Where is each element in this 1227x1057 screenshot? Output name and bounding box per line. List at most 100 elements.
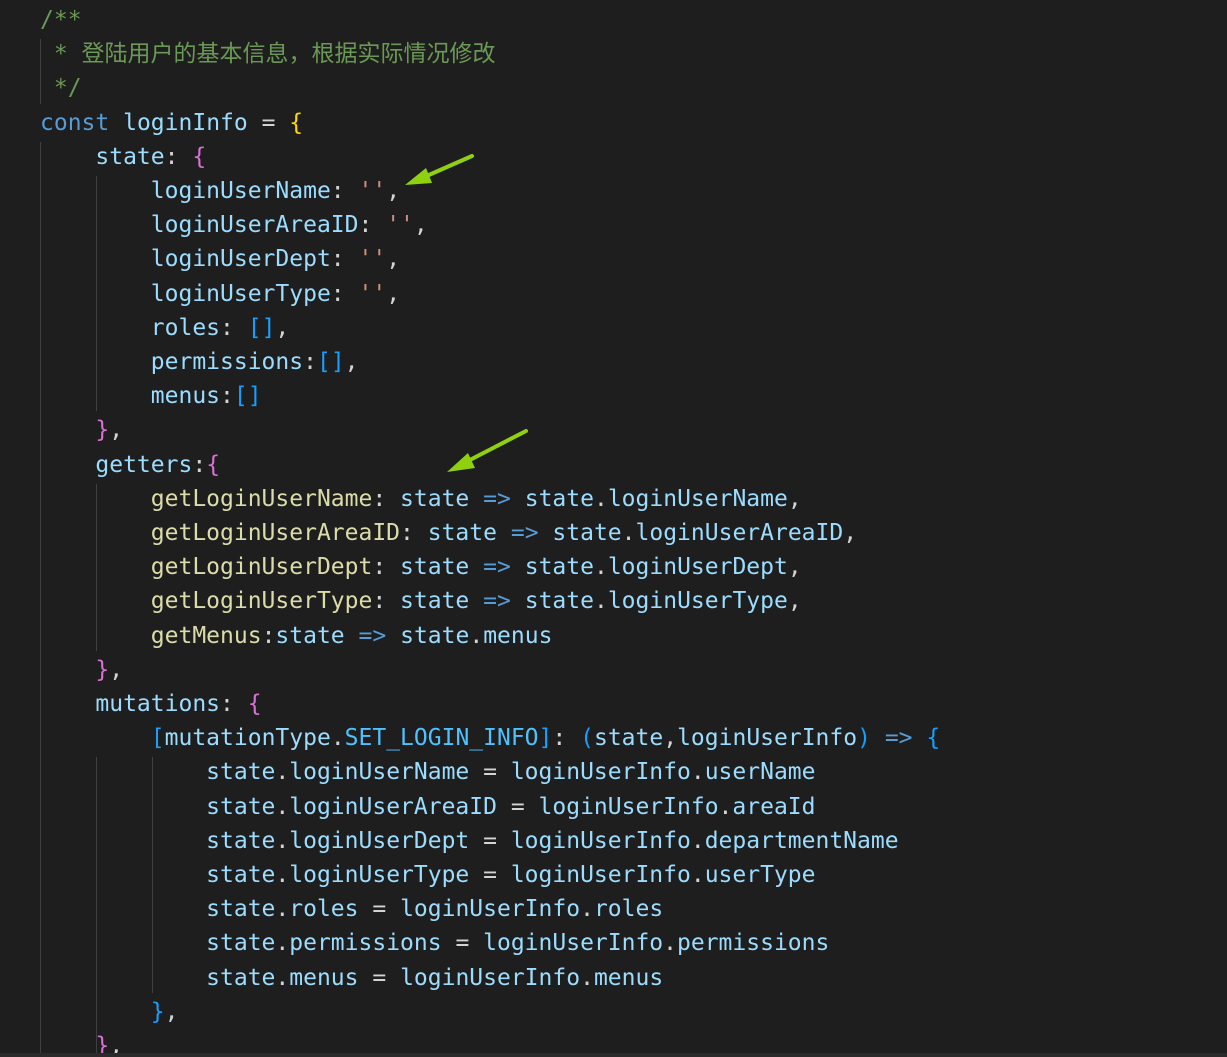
code-token: mutationType — [164, 725, 331, 752]
code-token: . — [593, 485, 608, 512]
code-token: , — [386, 178, 401, 204]
code-token: state — [40, 964, 276, 991]
code-token: [] — [233, 383, 262, 410]
code-token: } — [95, 656, 110, 683]
code-token: state — [40, 793, 276, 820]
code-token: roles — [289, 896, 359, 923]
code-token: : — [372, 485, 401, 512]
code-line: permissions:[], — [40, 345, 359, 379]
code-token: { — [247, 691, 262, 717]
arrow-pointer-icon — [405, 154, 474, 185]
code-token: getLoginUserAreaID — [40, 520, 401, 546]
code-token: state — [40, 143, 165, 170]
code-line: */ — [40, 71, 82, 105]
code-line: state.loginUserType = loginUserInfo.user… — [40, 858, 815, 892]
code-token: menus — [593, 964, 664, 991]
code-token: . — [690, 862, 705, 888]
code-token: : — [220, 383, 234, 410]
code-token: , — [413, 212, 428, 239]
code-token: ) — [857, 725, 871, 752]
code-token: } — [95, 417, 110, 444]
code-token: . — [593, 588, 608, 615]
code-token: . — [275, 964, 290, 991]
code-line: }, — [40, 413, 123, 447]
code-token: state — [524, 588, 594, 615]
code-token: state — [400, 554, 470, 581]
code-token: loginUserInfo — [510, 862, 691, 888]
code-token: loginUserType — [607, 588, 788, 615]
code-line: state.loginUserDept = loginUserInfo.depa… — [40, 824, 898, 858]
horizontal-scrollbar[interactable] — [0, 1053, 1227, 1057]
code-token: = — [496, 793, 539, 820]
code-token: state — [400, 588, 470, 615]
code-token: state — [427, 520, 497, 546]
code-token: , — [275, 314, 290, 341]
code-token: , — [109, 417, 124, 444]
code-line: loginUserDept: '', — [40, 242, 400, 276]
code-token: , — [663, 725, 678, 752]
code-line: state.permissions = loginUserInfo.permis… — [40, 926, 829, 960]
code-token: loginUserName — [40, 178, 331, 204]
code-token: = — [247, 109, 290, 136]
code-token: : — [220, 314, 248, 341]
code-token: : — [372, 588, 401, 615]
code-token: = — [469, 827, 511, 854]
code-token: . — [718, 793, 733, 820]
code-token: , — [787, 588, 802, 615]
code-token: . — [275, 862, 290, 888]
code-token: . — [580, 896, 594, 923]
code-token: ( — [580, 725, 594, 752]
code-token: permissions — [40, 349, 304, 375]
code-token: = — [358, 896, 401, 923]
code-token: => — [483, 554, 511, 581]
code-line: * 登陆用户的基本信息，根据实际情况修改 — [40, 37, 496, 71]
code-line: /** — [40, 3, 82, 37]
code-token: : — [358, 212, 387, 239]
code-token: . — [330, 725, 345, 752]
code-line: getLoginUserType: state => state.loginUs… — [40, 584, 802, 618]
code-token: loginUserInfo — [538, 793, 719, 820]
code-token: state — [552, 520, 622, 546]
code-token: . — [275, 793, 290, 820]
code-line: state.menus = loginUserInfo.menus — [40, 961, 663, 995]
code-token: , — [386, 280, 401, 307]
code-line: loginUserName: '', — [40, 174, 400, 208]
code-token: : — [303, 349, 317, 375]
code-token: loginUserDept — [289, 827, 470, 854]
code-token: , — [344, 349, 359, 375]
code-token: '' — [358, 178, 387, 204]
code-token: } — [150, 998, 165, 1025]
code-token: permissions — [677, 930, 830, 957]
code-token: state — [400, 485, 470, 512]
code-line: state: { — [40, 140, 206, 174]
code-token: /** — [40, 7, 82, 33]
code-line: loginUserAreaID: '', — [40, 208, 428, 242]
code-token: : — [552, 725, 581, 752]
code-token: loginUserDept — [607, 554, 788, 581]
code-token: loginUserType — [40, 280, 331, 307]
code-token: loginUserType — [289, 862, 470, 888]
code-token: loginUserAreaID — [40, 212, 359, 239]
code-token: . — [621, 520, 636, 546]
code-token: getMenus — [40, 622, 262, 649]
code-token: loginUserInfo — [400, 964, 581, 991]
code-line: [mutationType.SET_LOGIN_INFO]: (state,lo… — [40, 721, 940, 755]
code-line: getLoginUserAreaID: state => state.login… — [40, 516, 857, 550]
code-token: loginUserInfo — [510, 759, 691, 786]
code-token: { — [206, 451, 221, 478]
code-editor[interactable]: /** * 登陆用户的基本信息，根据实际情况修改 */ const loginIn… — [0, 0, 1227, 1057]
code-token: getLoginUserDept — [40, 554, 373, 581]
code-line: state.loginUserName = loginUserInfo.user… — [40, 755, 815, 789]
code-token: */ — [40, 75, 82, 102]
code-token: = — [358, 964, 401, 991]
code-token: . — [690, 759, 705, 786]
code-token: menus — [289, 964, 359, 991]
